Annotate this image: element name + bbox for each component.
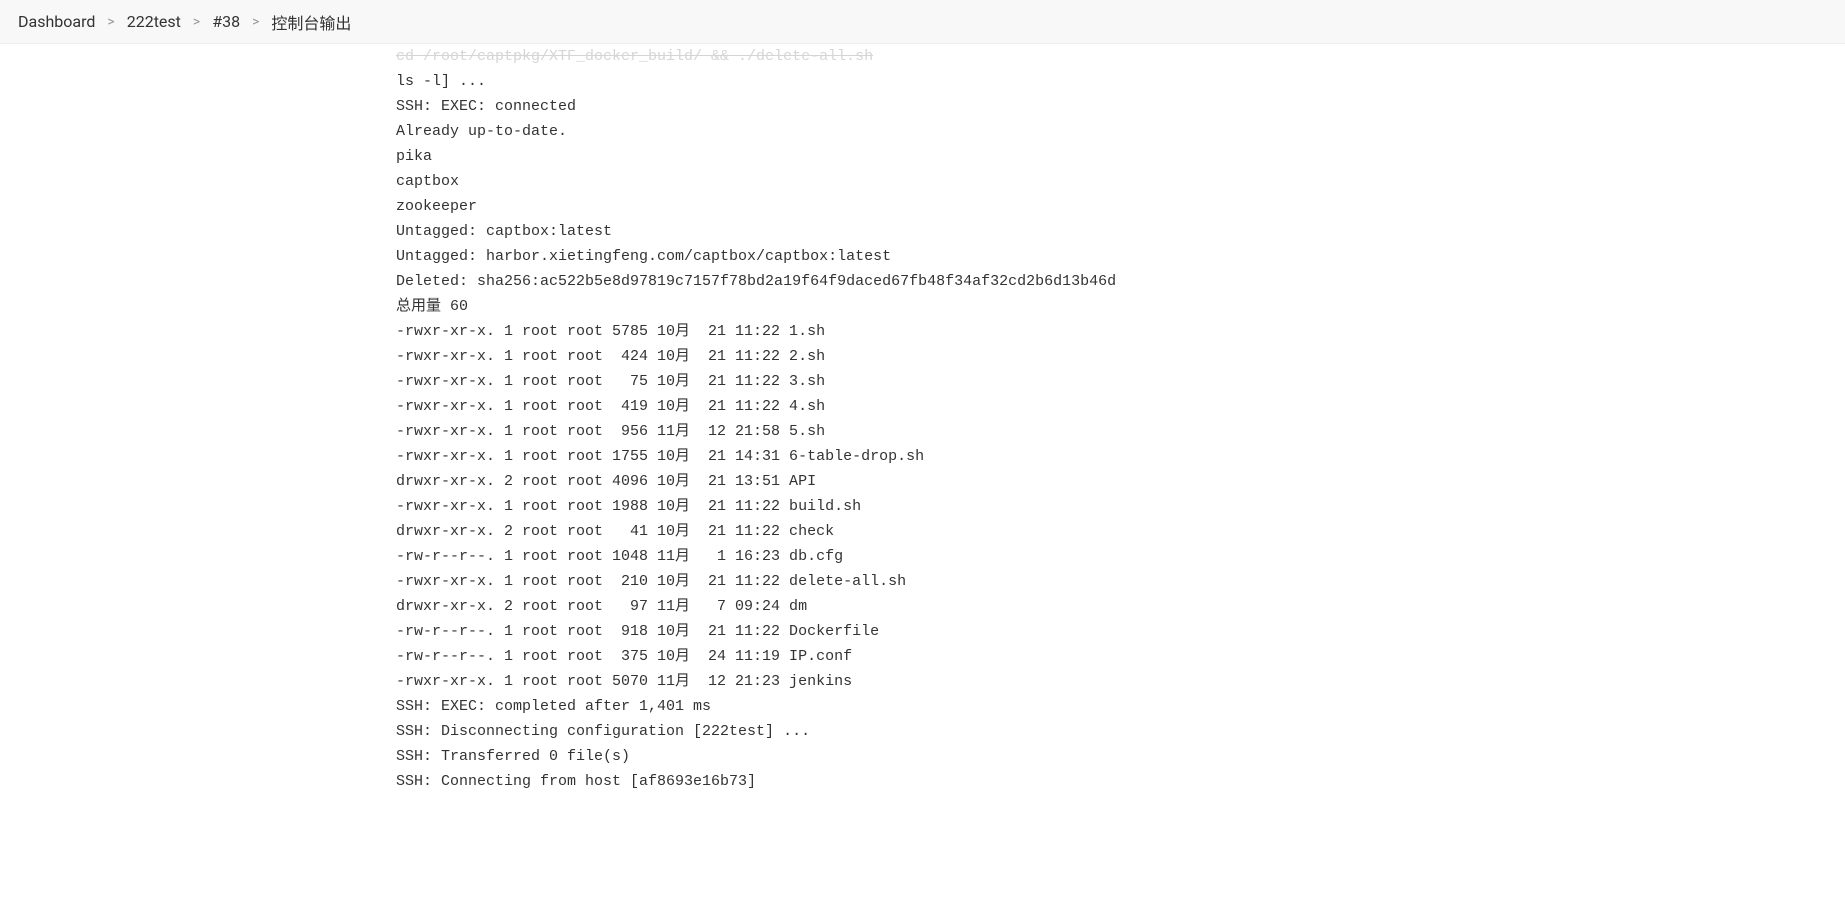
console-line: Untagged: captbox:latest: [396, 219, 1845, 244]
console-line: -rwxr-xr-x. 1 root root 5070 11月 12 21:2…: [396, 669, 1845, 694]
breadcrumb-build[interactable]: #38: [212, 12, 240, 31]
console-line: SSH: Transferred 0 file(s): [396, 744, 1845, 769]
console-line: SSH: Connecting from host [af8693e16b73]: [396, 769, 1845, 794]
sidebar-gutter: [0, 44, 396, 919]
chevron-right-icon: >: [193, 14, 200, 30]
breadcrumb-project[interactable]: 222test: [127, 12, 181, 31]
chevron-right-icon: >: [107, 14, 114, 30]
console-line: zookeeper: [396, 194, 1845, 219]
console-line: Already up-to-date.: [396, 119, 1845, 144]
console-line: drwxr-xr-x. 2 root root 97 11月 7 09:24 d…: [396, 594, 1845, 619]
console-line: SSH: Disconnecting configuration [222tes…: [396, 719, 1845, 744]
console-line: -rwxr-xr-x. 1 root root 419 10月 21 11:22…: [396, 394, 1845, 419]
console-line: -rwxr-xr-x. 1 root root 956 11月 12 21:58…: [396, 419, 1845, 444]
console-line: Deleted: sha256:ac522b5e8d97819c7157f78b…: [396, 269, 1845, 294]
chevron-right-icon: >: [252, 14, 259, 30]
console-line: Untagged: harbor.xietingfeng.com/captbox…: [396, 244, 1845, 269]
console-line: -rwxr-xr-x. 1 root root 424 10月 21 11:22…: [396, 344, 1845, 369]
breadcrumb-dashboard[interactable]: Dashboard: [18, 12, 95, 31]
console-line: -rwxr-xr-x. 1 root root 210 10月 21 11:22…: [396, 569, 1845, 594]
console-line: -rwxr-xr-x. 1 root root 1988 10月 21 11:2…: [396, 494, 1845, 519]
console-line: cd /root/captpkg/XTF_docker_build/ && ./…: [396, 44, 1845, 69]
console-line: -rw-r--r--. 1 root root 375 10月 24 11:19…: [396, 644, 1845, 669]
breadcrumb-console-output[interactable]: 控制台输出: [271, 10, 351, 34]
main-area: cd /root/captpkg/XTF_docker_build/ && ./…: [0, 44, 1845, 919]
console-line: pika: [396, 144, 1845, 169]
console-line: SSH: EXEC: connected: [396, 94, 1845, 119]
console-output: cd /root/captpkg/XTF_docker_build/ && ./…: [396, 44, 1845, 919]
console-line: -rw-r--r--. 1 root root 918 10月 21 11:22…: [396, 619, 1845, 644]
console-line: drwxr-xr-x. 2 root root 4096 10月 21 13:5…: [396, 469, 1845, 494]
console-line: 总用量 60: [396, 294, 1845, 319]
console-line: -rwxr-xr-x. 1 root root 75 10月 21 11:22 …: [396, 369, 1845, 394]
console-line: drwxr-xr-x. 2 root root 41 10月 21 11:22 …: [396, 519, 1845, 544]
console-line: -rwxr-xr-x. 1 root root 5785 10月 21 11:2…: [396, 319, 1845, 344]
breadcrumb: Dashboard > 222test > #38 > 控制台输出: [0, 0, 1845, 44]
console-line: captbox: [396, 169, 1845, 194]
console-line: -rwxr-xr-x. 1 root root 1755 10月 21 14:3…: [396, 444, 1845, 469]
console-line: -rw-r--r--. 1 root root 1048 11月 1 16:23…: [396, 544, 1845, 569]
console-line: SSH: EXEC: completed after 1,401 ms: [396, 694, 1845, 719]
console-line: ls -l] ...: [396, 69, 1845, 94]
